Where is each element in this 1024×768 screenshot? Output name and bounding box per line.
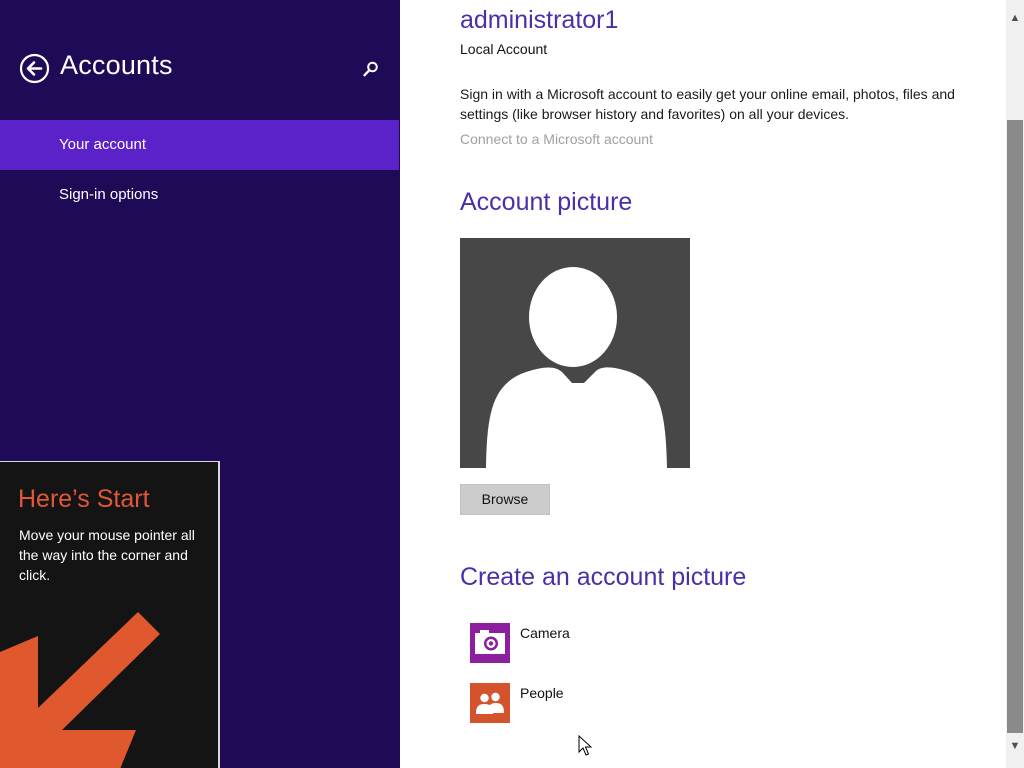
search-icon <box>363 61 378 77</box>
people-icon <box>476 692 504 714</box>
account-picture-heading: Account picture <box>460 188 633 216</box>
camera-label: Camera <box>520 625 570 641</box>
people-label: People <box>520 685 564 701</box>
nav-item-sign-in-options[interactable]: Sign-in options <box>0 170 399 220</box>
connect-microsoft-account-link[interactable]: Connect to a Microsoft account <box>460 131 653 147</box>
pc-settings-window: Accounts Your account Sign-in options He… <box>0 0 1024 768</box>
camera-tile <box>470 623 510 663</box>
nav-item-your-account[interactable]: Your account <box>0 120 399 170</box>
account-avatar <box>460 238 690 468</box>
create-picture-heading: Create an account picture <box>460 563 747 591</box>
browse-button[interactable]: Browse <box>460 484 550 515</box>
user-silhouette-icon <box>486 266 667 468</box>
start-tip: Here’s Start Move your mouse pointer all… <box>0 461 220 768</box>
back-arrow-icon <box>19 53 50 84</box>
vertical-scrollbar[interactable]: ▲ ▼ <box>1006 0 1024 768</box>
camera-icon <box>475 630 505 654</box>
people-app-item[interactable]: People <box>470 683 670 723</box>
search-button[interactable] <box>362 60 380 78</box>
camera-app-item[interactable]: Camera <box>470 623 670 663</box>
arrow-down-left-icon <box>0 612 160 768</box>
account-type: Local Account <box>460 41 548 57</box>
account-content: administrator1 Local Account Sign in wit… <box>400 0 1006 768</box>
scroll-down-button[interactable]: ▼ <box>1006 736 1024 756</box>
start-tip-title: Here’s Start <box>18 485 150 513</box>
scroll-thumb[interactable] <box>1007 120 1023 733</box>
mouse-cursor-icon <box>578 735 592 756</box>
account-username: administrator1 <box>460 6 619 34</box>
left-pane: Accounts Your account Sign-in options He… <box>0 0 400 768</box>
scroll-up-button[interactable]: ▲ <box>1006 8 1024 28</box>
start-tip-body: Move your mouse pointer all the way into… <box>19 527 195 583</box>
people-tile <box>470 683 510 723</box>
signin-info-text: Sign in with a Microsoft account to easi… <box>460 86 955 122</box>
pane-title: Accounts <box>60 50 173 80</box>
back-button[interactable] <box>19 53 50 84</box>
